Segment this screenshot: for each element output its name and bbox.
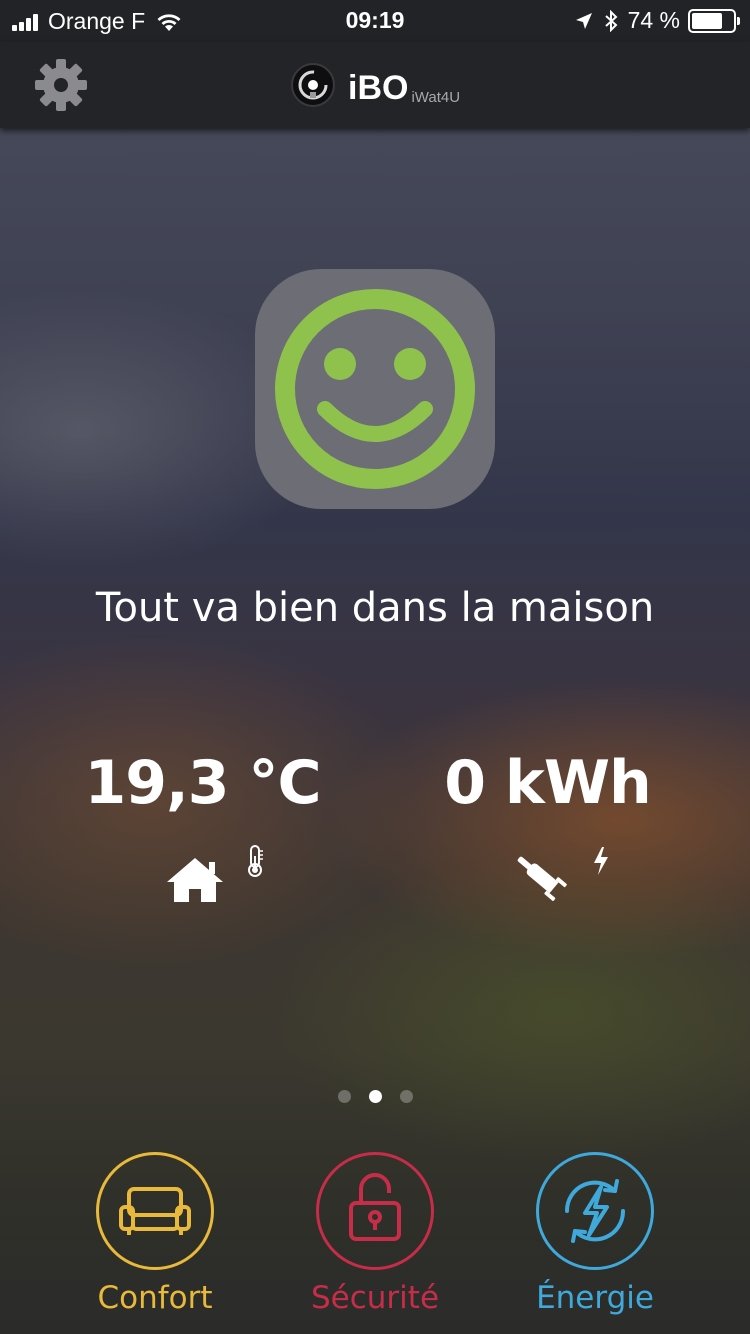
tab-confort-label: Confort <box>97 1280 213 1316</box>
smiley-face-icon <box>275 289 475 489</box>
tab-securite[interactable]: Sécurité <box>265 1152 485 1316</box>
ibo-logo-icon <box>291 63 335 107</box>
energie-circle <box>536 1152 654 1270</box>
tab-securite-label: Sécurité <box>310 1280 440 1316</box>
app-subtitle: iWat4U <box>411 89 461 106</box>
page-dot-2[interactable] <box>368 1090 382 1103</box>
securite-circle <box>316 1152 434 1270</box>
tab-energie-label: Énergie <box>536 1280 654 1316</box>
app-name: iBO <box>348 69 409 107</box>
settings-button[interactable] <box>32 56 90 114</box>
thermometer-icon <box>248 845 263 877</box>
temperature-value: 19,3 °C <box>84 748 322 818</box>
page-dot-1[interactable] <box>337 1090 351 1103</box>
battery-icon <box>688 8 740 33</box>
page-indicator <box>0 1090 750 1103</box>
armchair-icon <box>119 1187 191 1235</box>
location-arrow-icon <box>575 12 592 29</box>
app-logo: iBO iWat4U <box>290 62 460 108</box>
status-bar: Orange F 09:19 74 % <box>0 0 750 42</box>
unlocked-padlock-icon <box>349 1173 401 1241</box>
lightning-bolt-icon <box>594 847 608 875</box>
page-dot-3[interactable] <box>399 1090 413 1103</box>
energy-value: 0 kWh <box>444 748 651 818</box>
bluetooth-icon <box>604 9 618 32</box>
lightning-cycle-icon <box>564 1179 626 1243</box>
battery-fill <box>692 12 722 29</box>
tab-energie[interactable]: Énergie <box>485 1152 705 1316</box>
plug-icon <box>517 856 567 901</box>
battery-percent: 74 % <box>627 7 680 33</box>
status-right: 74 % <box>574 7 740 34</box>
home-status-card <box>255 269 495 509</box>
gear-icon <box>35 59 87 111</box>
energy-metric: 0 kWh <box>360 748 735 818</box>
nav-bar: iBO iWat4U <box>0 42 750 128</box>
house-icon <box>167 858 223 902</box>
tab-confort[interactable]: Confort <box>45 1152 265 1316</box>
home-status-message: Tout va bien dans la maison <box>95 585 655 631</box>
temperature-metric: 19,3 °C <box>15 748 390 818</box>
confort-circle <box>96 1152 214 1270</box>
